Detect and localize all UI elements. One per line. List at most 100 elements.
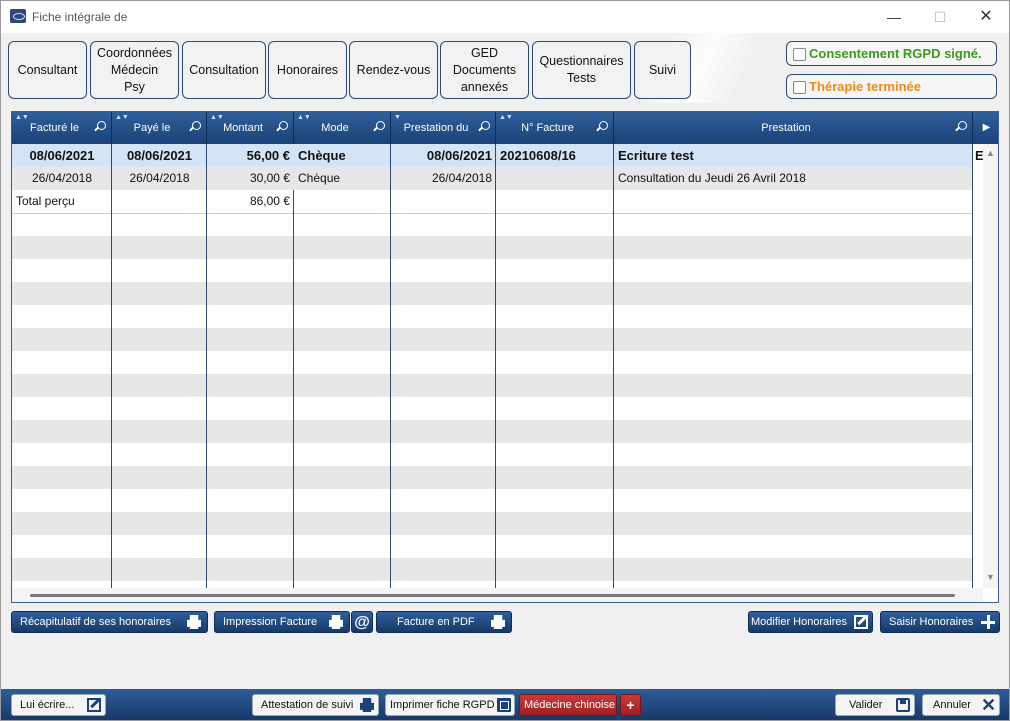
table-row[interactable]: 26/04/2018 26/04/2018 30,00 € Chèque 26/… [12,167,973,190]
modifier-honoraires-button[interactable]: Modifier Honoraires [748,611,873,633]
minimize-button[interactable]: — [871,5,917,29]
header-facture-le[interactable]: ▲▼ Facturé le [12,112,112,144]
empty-row [12,282,973,305]
printer-icon [329,615,343,629]
valider-button[interactable]: Valider [835,694,915,716]
therapie-checkbox[interactable]: Thérapie terminée [786,74,997,99]
impression-facture-button[interactable]: Impression Facture [214,611,350,633]
total-label: Total perçu [16,194,75,208]
empty-row [12,328,973,351]
column-divider [293,190,294,588]
column-divider [972,144,973,588]
scroll-down-icon[interactable]: ▼ [986,572,995,582]
printer-icon [491,615,505,629]
empty-row [12,535,973,558]
edit-icon [854,615,868,629]
column-divider [390,144,391,588]
lui-ecrire-button[interactable]: Lui écrire... [11,694,106,716]
printer-icon [360,698,374,712]
rgpd-checkbox[interactable]: Consentement RGPD signé. [786,41,997,66]
empty-row [12,259,973,282]
email-at-button[interactable]: @ [351,611,373,633]
sort-icon: ▲▼ [297,114,311,121]
checkbox-icon [793,48,806,61]
tab-consultation[interactable]: Consultation [182,41,266,99]
header-montant[interactable]: ▲▼ Montant [207,112,294,144]
tab-honoraires[interactable]: Honoraires [268,41,347,99]
header-prestation[interactable]: Prestation [614,112,973,144]
search-icon[interactable] [958,121,967,130]
tab-rendez-vous[interactable]: Rendez-vous [349,41,438,99]
window-title: Fiche intégrale de [32,10,128,24]
search-icon[interactable] [376,121,385,130]
column-divider [206,144,207,588]
decorative-sheen [601,33,801,103]
empty-row [12,305,973,328]
search-icon[interactable] [481,121,490,130]
empty-row [12,397,973,420]
tab-ged[interactable]: GED Documents annexés [440,41,529,99]
empty-row [12,489,973,512]
medecine-plus-button[interactable]: + [620,694,641,716]
title-bar: Fiche intégrale de — ☐ ✕ [1,1,1009,33]
edit-icon [87,698,101,712]
empty-row [12,236,973,259]
sort-icon: ▲▼ [15,114,29,121]
empty-row [12,420,973,443]
sort-icon: ▲▼ [210,114,224,121]
table-header: ▲▼ Facturé le ▲▼ Payé le ▲▼ Montant ▲▼ M… [12,112,998,144]
header-prestation-du[interactable]: ▼ Prestation du [391,112,496,144]
total-value: 86,00 € [249,194,290,208]
header-numero-facture[interactable]: ▲▼ N° Facture [496,112,614,144]
scrollbar-thumb[interactable] [30,594,955,597]
total-row: Total perçu 86,00 € [12,190,973,214]
table-row[interactable]: 08/06/2021 08/06/2021 56,00 € Chèque 08/… [12,144,983,167]
maximize-button[interactable]: ☐ [917,5,963,29]
search-icon[interactable] [192,121,201,130]
empty-row [12,443,973,466]
medecine-chinoise-button[interactable]: Médecine chinoise [519,694,617,716]
checkbox-icon [793,81,806,94]
recap-honoraires-button[interactable]: Récapitulatif de ses honoraires [11,611,208,633]
therapie-label: Thérapie terminée [809,79,921,94]
attestation-suivi-button[interactable]: Attestation de suivi [252,694,379,716]
search-icon[interactable] [599,121,608,130]
empty-row [12,512,973,535]
imprimer-rgpd-button[interactable]: Imprimer fiche RGPD [385,694,515,716]
column-divider [495,144,496,588]
honoraires-table: ▲▼ Facturé le ▲▼ Payé le ▲▼ Montant ▲▼ M… [11,111,999,603]
empty-row [12,374,973,397]
search-icon[interactable] [97,121,106,130]
main-window: Fiche intégrale de — ☐ ✕ Consultant Coor… [0,0,1010,721]
sort-icon: ▲▼ [115,114,129,121]
facture-pdf-button[interactable]: Facture en PDF [376,611,512,633]
printer-icon [187,615,201,629]
sort-icon: ▲▼ [499,114,513,121]
column-divider [111,144,112,588]
horizontal-scrollbar[interactable] [12,588,983,602]
tab-consultant[interactable]: Consultant [8,41,87,99]
search-icon[interactable] [279,121,288,130]
close-button[interactable]: ✕ [963,5,1009,29]
empty-row [12,213,973,236]
empty-row [12,466,973,489]
save-icon [896,698,910,712]
empty-row [12,558,973,581]
sort-icon: ▼ [394,114,401,121]
document-icon [497,698,511,712]
header-mode[interactable]: ▲▼ Mode [294,112,391,144]
saisir-honoraires-button[interactable]: Saisir Honoraires [880,611,1000,633]
rgpd-label: Consentement RGPD signé. [809,46,982,61]
header-paye-le[interactable]: ▲▼ Payé le [112,112,207,144]
tab-coordonnees[interactable]: Coordonnées Médecin Psy [90,41,179,99]
scroll-right-icon[interactable]: ▶ [973,112,998,144]
tab-suivi[interactable]: Suivi [634,41,691,99]
empty-row [12,351,973,374]
column-divider [613,144,614,588]
annuler-button[interactable]: Annuler ✕ [922,694,1000,716]
app-logo-icon [10,9,26,23]
scroll-up-icon[interactable]: ▲ [986,148,995,158]
tab-questionnaires[interactable]: Questionnaires Tests [532,41,631,99]
vertical-scrollbar[interactable]: ▲ ▼ [983,144,998,588]
close-icon: ✕ [981,695,997,715]
